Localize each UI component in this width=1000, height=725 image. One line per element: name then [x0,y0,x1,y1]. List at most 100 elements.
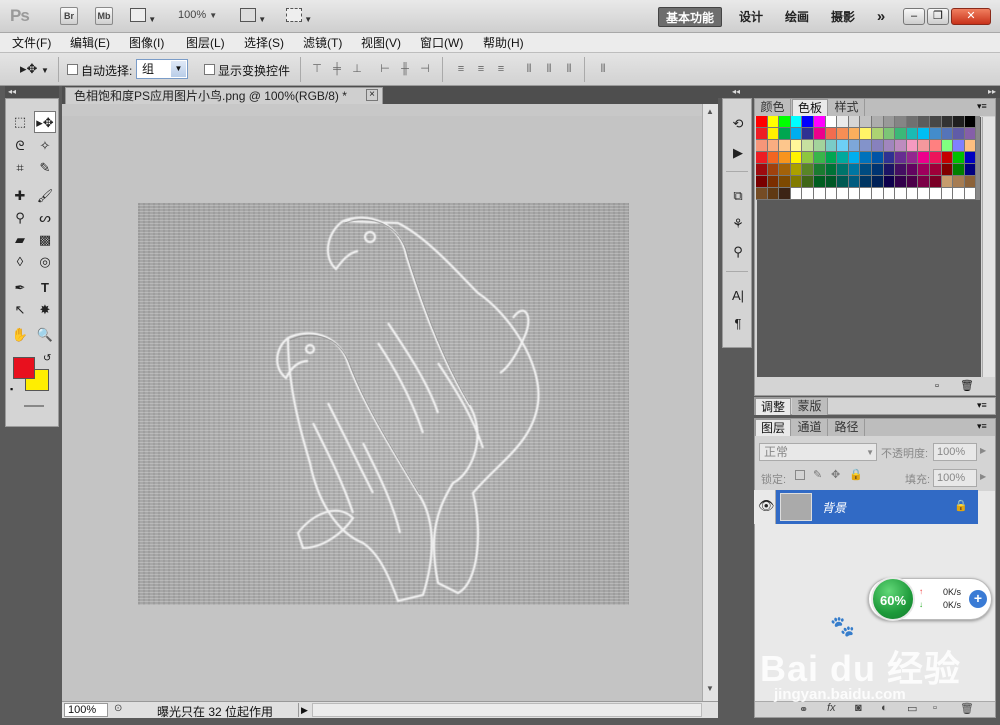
swatch-cell[interactable] [929,128,942,140]
swatch-cell[interactable] [895,176,907,188]
swatch-cell[interactable] [837,164,849,176]
swatch-cell[interactable] [895,164,907,176]
swap-colors-icon[interactable]: ↺ [43,353,51,364]
swatch-cell[interactable] [860,140,872,152]
swatch-cell[interactable] [813,116,826,128]
swatch-cell[interactable] [813,128,826,140]
tab-paths[interactable]: 路径 [829,419,865,436]
align-right-edges-icon[interactable]: ⊣ [418,63,432,76]
swatch-cell[interactable] [964,140,977,152]
swatch-cell[interactable] [929,176,942,188]
swatch-cell[interactable] [883,140,896,152]
swatch-cell[interactable] [941,188,954,200]
blur-icon[interactable]: ◊ [9,251,31,273]
lock-position-icon[interactable]: ✥ [831,468,840,481]
swatch-cell[interactable] [767,128,780,140]
swatch-cell[interactable] [802,152,814,164]
swatch-cell[interactable] [825,176,838,188]
swatch-cell[interactable] [953,152,965,164]
quick-mask-icon[interactable] [24,405,44,407]
swatch-cell[interactable] [953,176,965,188]
lasso-icon[interactable]: ᘓ [9,135,31,157]
swatch-cell[interactable] [802,128,814,140]
auto-select-dropdown[interactable]: 组 ▼ [136,59,188,79]
swatch-cell[interactable] [953,128,965,140]
swatch-cell[interactable] [860,152,872,164]
swatch-cell[interactable] [837,152,849,164]
swatch-cell[interactable] [906,116,919,128]
swatch-cell[interactable] [802,176,814,188]
tab-channels[interactable]: 通道 [792,419,828,436]
distribute-right-icon[interactable]: ⦀ [562,63,576,76]
swatch-cell[interactable] [802,188,814,200]
tab-styles[interactable]: 样式 [829,99,865,116]
swatch-cell[interactable] [929,188,942,200]
document-tab[interactable]: 色相饱和度PS应用图片小鸟.png @ 100%(RGB/8) * × [65,87,383,104]
swatch-cell[interactable] [941,116,954,128]
tools-panel-header[interactable]: ◂◂ [5,86,59,98]
swatch-cell[interactable] [860,128,872,140]
align-left-edges-icon[interactable]: ⊢ [378,63,392,76]
menu-help[interactable]: 帮助(H) [483,35,524,51]
swatch-cell[interactable] [825,128,838,140]
swatch-cell[interactable] [953,140,965,152]
swatch-cell[interactable] [964,116,977,128]
swatch-cell[interactable] [895,152,907,164]
horizontal-scrollbar[interactable] [312,703,702,717]
swatch-cell[interactable] [860,176,872,188]
swatch-cell[interactable] [837,140,849,152]
tool-presets-icon[interactable]: ⧉ [729,187,747,205]
layer-row-background[interactable]: 👁 背景 🔒 [754,490,978,524]
swatch-cell[interactable] [929,164,942,176]
swatch-cell[interactable] [790,116,803,128]
swatch-cell[interactable] [767,116,780,128]
tab-masks[interactable]: 蒙版 [792,398,828,415]
tab-adjustments[interactable]: 调整 [755,398,791,415]
more-workspaces-button[interactable]: » [870,7,892,27]
swatch-cell[interactable] [964,188,977,200]
menu-layer[interactable]: 图层(L) [186,35,225,51]
brush-presets-icon[interactable]: ⚘ [729,215,747,233]
lock-all-icon[interactable]: 🔒 [849,468,863,481]
actions-panel-icon[interactable]: ▶ [729,144,747,162]
swatch-cell[interactable] [813,152,826,164]
swatch-cell[interactable] [848,176,861,188]
distribute-hcenter-icon[interactable]: ⦀ [542,63,556,76]
hand-icon[interactable]: ✋ [9,324,31,346]
align-vertical-centers-icon[interactable]: ╪ [330,63,344,76]
auto-select-checkbox[interactable] [67,64,78,75]
swatch-cell[interactable] [779,152,791,164]
swatch-cell[interactable] [779,164,791,176]
vertical-scrollbar[interactable]: ▲ ▼ [702,104,718,701]
swatch-cell[interactable] [790,140,803,152]
swatches-scrollbar[interactable] [982,117,995,377]
swatch-cell[interactable] [790,152,803,164]
align-bottom-edges-icon[interactable]: ⊥ [350,63,364,76]
view-extras-dropdown[interactable]: ▼ [130,8,160,24]
swatch-cell[interactable] [918,116,930,128]
swatch-cell[interactable] [837,128,849,140]
workspace-essentials[interactable]: 基本功能 [658,7,722,27]
swatch-cell[interactable] [883,128,896,140]
character-panel-icon[interactable]: A| [729,287,747,305]
swatch-cell[interactable] [756,116,768,128]
panel-menu-icon[interactable]: ▾≡ [977,101,987,112]
distribute-left-icon[interactable]: ⦀ [522,63,536,76]
swatch-cell[interactable] [813,140,826,152]
swatch-cell[interactable] [941,140,954,152]
status-zoom-field[interactable]: 100% [64,703,108,717]
swatch-cell[interactable] [918,176,930,188]
swatch-cell[interactable] [883,188,896,200]
eyedropper-icon[interactable]: ✎ [34,157,56,179]
opacity-field[interactable]: 100% [933,443,977,461]
fill-field[interactable]: 100% [933,469,977,487]
swatch-cell[interactable] [779,128,791,140]
swatch-cell[interactable] [825,140,838,152]
swatch-cell[interactable] [779,188,791,200]
fill-slider-arrow-icon[interactable]: ▶ [980,472,986,481]
magic-wand-icon[interactable]: ✧ [34,135,56,157]
swatch-cell[interactable] [906,188,919,200]
swatch-cell[interactable] [756,164,768,176]
swatch-cell[interactable] [767,188,780,200]
menu-filter[interactable]: 滤镜(T) [303,35,342,51]
